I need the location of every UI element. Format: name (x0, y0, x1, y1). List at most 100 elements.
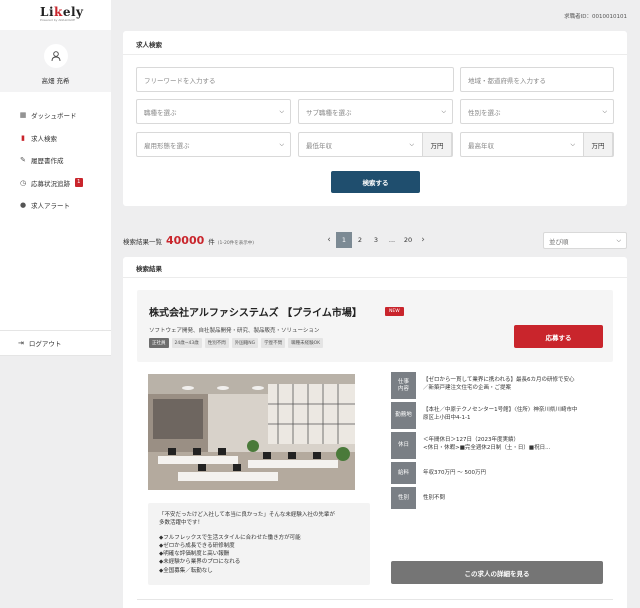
logout-button[interactable]: ⇥ ログアウト (0, 330, 111, 356)
job-tag: 職種未経験OK (288, 338, 324, 348)
job-tag: 学歴不問 (261, 338, 286, 348)
sidebar-item-label: 求人検索 (31, 134, 57, 143)
sidebar-item-job-search[interactable]: ▮ 求人検索 (0, 127, 111, 150)
appeal-line: ◆明確な評価制度と高い報酬 (159, 551, 230, 558)
info-value: 【本社／中原テクノセンター1号館】〈住所〉神奈川県川崎市中 原区上小田中4-1-… (423, 407, 578, 421)
gender-select[interactable]: 性別を選ぶ ⌵ (460, 99, 614, 124)
page-button[interactable]: 1 (336, 232, 352, 248)
info-label: 仕事 内容 (391, 372, 416, 399)
info-label: 勤務地 (391, 402, 416, 429)
page-button[interactable]: 20 (400, 232, 416, 248)
sort-value: 並び順 (549, 237, 569, 246)
sidebar-item-label: ダッシュボード (31, 112, 77, 121)
sidebar-item-label: 求人アラート (31, 202, 70, 211)
chevron-down-icon: ⌵ (602, 108, 607, 115)
search-panel-title: 求人検索 (123, 31, 627, 55)
appeal-line: ◆未経験から業界のプロになれる (159, 559, 241, 566)
info-value: 年収370万円 〜 500万円 (423, 470, 486, 476)
sub-job-type-select[interactable]: サブ職種を選ぶ ⌵ (298, 99, 453, 124)
appeal-line: ◆フルフレックスで生活スタイルに合わせた働き方が可能 (159, 534, 301, 541)
min-salary-select[interactable]: 最低年収 ⌵ 万円 (298, 132, 453, 157)
clock-icon: ◷ (19, 178, 27, 187)
freeword-placeholder: フリーワードを入力する (144, 76, 216, 85)
page-button[interactable]: 3 (368, 232, 384, 248)
chevron-down-icon: ⌵ (279, 141, 284, 148)
gender-value: 性別を選ぶ (468, 108, 501, 117)
results-range: (1-20件を表示中) (217, 241, 255, 246)
logout-icon: ⇥ (18, 339, 24, 347)
info-row-salary: 給料 年収370万円 〜 500万円 (391, 462, 615, 484)
user-name: 高畑 充希 (41, 77, 70, 85)
search-button[interactable]: 検索する (331, 171, 420, 193)
apply-button[interactable]: 応募する (514, 325, 603, 348)
sidebar-item-label: 応募状況追跡 (31, 179, 70, 188)
info-row-holidays: 休日 ＜年間休日＞127日（2023年度実績） <休日・休暇>■完全週休2日制（… (391, 432, 615, 459)
appeal-line: ◆全国募集／転勤なし (159, 567, 213, 574)
job-appeal: 「不安だったけど入社して本当に良かった」そんな未経験入社の先輩が 多数活躍中です… (148, 503, 370, 585)
job-tag: 性別不問 (204, 338, 229, 348)
grid-icon: ▦ (19, 111, 27, 120)
info-value: 【ゼロから一貫して業界に携われる】最長6カ月の研修で安心 ／新築戸建注文住宅の企… (423, 377, 575, 391)
sidebar: Likely Powered by ANALOGUE 高畑 充希 ▦ ダッシュボ… (0, 0, 111, 608)
results-count: 40000 (166, 234, 205, 247)
sort-select[interactable]: 並び順 ⌵ (543, 232, 627, 249)
sidebar-item-label: 履歴書作成 (31, 157, 64, 166)
office-photo (148, 374, 355, 490)
chevron-down-icon: ⌵ (570, 141, 575, 148)
info-value: ＜年間休日＞127日（2023年度実績） <休日・休暇>■完全週休2日制（土・日… (423, 437, 551, 451)
chevron-down-icon: ⌵ (616, 237, 621, 244)
sidebar-item-job-alert[interactable]: ● 求人アラート (0, 194, 111, 217)
min-salary-value: 最低年収 (306, 141, 332, 150)
appeal-line: ◆ゼロから成長できる研修制度 (159, 542, 235, 549)
info-row-job-content: 仕事 内容 【ゼロから一貫して業界に携われる】最長6カ月の研修で安心 ／新築戸建注… (391, 372, 615, 399)
job-type-select[interactable]: 職種を選ぶ ⌵ (136, 99, 291, 124)
employment-value: 雇用形態を選ぶ (144, 141, 190, 150)
max-salary-unit: 万円 (583, 132, 613, 157)
info-row-location: 勤務地 【本社／中原テクノセンター1号館】〈住所〉神奈川県川崎市中 原区上小田中… (391, 402, 615, 429)
max-salary-select[interactable]: 最高年収 ⌵ 万円 (460, 132, 614, 157)
employment-select[interactable]: 雇用形態を選ぶ ⌵ (136, 132, 291, 157)
sub-job-type-value: サブ職種を選ぶ (306, 108, 352, 117)
prev-page-button[interactable]: ‹ (322, 232, 336, 248)
user-avatar-icon (43, 44, 68, 68)
page-ellipsis: ... (388, 236, 396, 244)
job-tag: 外国籍NG (231, 338, 259, 348)
next-page-button[interactable]: › (416, 232, 430, 248)
region-input[interactable]: 地域・都道府県を入力する (460, 67, 614, 92)
results-panel: 検索結果 株式会社アルファシステムズ 【プライム市場】 NEW ソフトウェア開発… (123, 257, 627, 608)
page-button[interactable]: 2 (352, 232, 368, 248)
sidebar-nav: ▦ ダッシュボード ▮ 求人検索 ✎ 履歴書作成 ◷ 応募状況追跡 1 ● 求人… (0, 92, 111, 217)
appeal-line: 多数活躍中です！ (159, 520, 204, 527)
region-placeholder: 地域・都道府県を入力する (468, 76, 546, 85)
new-badge: NEW (385, 307, 404, 316)
freeword-input[interactable]: フリーワードを入力する (136, 67, 454, 92)
logo[interactable]: Likely Powered by ANALOGUE (0, 0, 111, 30)
info-label: 性別 (391, 487, 416, 509)
results-panel-title: 検索結果 (123, 257, 627, 278)
job-tag: 正社員 (149, 338, 169, 348)
sidebar-item-resume[interactable]: ✎ 履歴書作成 (0, 149, 111, 172)
results-count-unit: 件 (208, 238, 215, 246)
member-id: 求職者ID：0010010101 (564, 14, 627, 20)
file-search-icon: ▮ (21, 133, 25, 142)
results-summary-label: 検索結果一覧 (123, 238, 162, 246)
appeal-line: 「不安だったけど入社して本当に良かった」そんな未経験入社の先輩が (159, 512, 335, 518)
pencil-icon: ✎ (20, 156, 26, 165)
company-name[interactable]: 株式会社アルファシステムズ 【プライム市場】 (149, 304, 362, 319)
info-label: 給料 (391, 462, 416, 484)
info-row-gender: 性別 性別不問 (391, 487, 615, 509)
info-label: 休日 (391, 432, 416, 459)
job-tag: 24歳~43歳 (171, 338, 202, 348)
job-info-table: 仕事 内容 【ゼロから一貫して業界に携われる】最長6カ月の研修で安心 ／新築戸建注… (391, 372, 615, 512)
sidebar-item-application-tracking[interactable]: ◷ 応募状況追跡 1 (0, 172, 111, 195)
chevron-down-icon: ⌵ (441, 108, 446, 115)
sidebar-item-dashboard[interactable]: ▦ ダッシュボード (0, 104, 111, 127)
max-salary-value: 最高年収 (468, 141, 494, 150)
user-profile: 高畑 充希 (0, 30, 111, 92)
logout-label: ログアウト (28, 340, 62, 348)
search-panel: 求人検索 フリーワードを入力する 地域・都道府県を入力する 職種を選ぶ ⌵ サブ… (123, 31, 627, 206)
sidebar-spacer (0, 356, 111, 608)
view-details-button[interactable]: この求人の詳細を見る (391, 561, 603, 584)
job-tags: 正社員 24歳~43歳 性別不問 外国籍NG 学歴不問 職種未経験OK (149, 338, 326, 348)
results-summary: 検索結果一覧 40000 件 (1-20件を表示中) (123, 234, 254, 247)
